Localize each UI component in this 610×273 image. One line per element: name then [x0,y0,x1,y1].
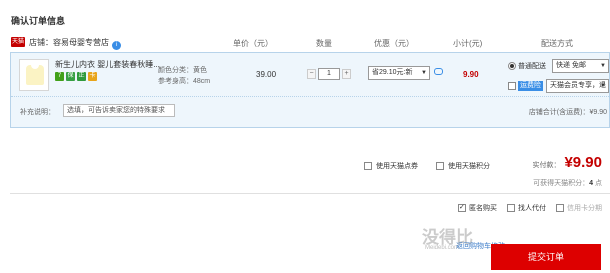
note-row: 补充说明： 选填，可告诉卖家您的特殊要求 店铺合计(含运费)：¥9.90 [11,98,609,128]
item-subtotal: 9.90 [463,70,479,79]
order-box: 新生儿内衣 婴儿套装春秋睡... 7 保 正 卡 颜色分类：黄色 参考身高：48… [10,52,610,128]
page-title: 确认订单信息 [11,16,66,26]
tmall-badge-icon: 天猫 [11,37,25,47]
product-title[interactable]: 新生儿内衣 婴儿套装春秋睡... [55,59,165,70]
normal-delivery-label: 普通配送 [518,63,546,70]
sku-color: 颜色分类：黄色 [158,67,207,74]
freight-insurance-tag: 运费险 [518,81,543,91]
tmall-coupon-label: 使用天猫点券 [376,163,418,170]
freight-insurance-option[interactable]: 运费险 [508,81,543,91]
unit-price: 39.00 [256,70,277,79]
shop-name[interactable]: 店铺：容易母婴专营店 i [29,37,121,50]
note-input[interactable]: 选填，可告诉卖家您的特殊要求 [63,104,175,117]
tmall-points-checkbox[interactable] [436,162,444,170]
anonymous-label: 匿名购买 [469,205,497,212]
anonymous-checkbox[interactable] [458,203,466,212]
quantity-minus-button[interactable]: − [307,69,316,79]
tmall-points-label: 使用天猫积分 [448,163,490,170]
normal-delivery-option[interactable]: 普通配送 [508,61,546,71]
order-header: 天猫 店铺：容易母婴专营店 i 单价（元） 数量 优惠（元） 小计(元) 配送方式 [10,33,610,51]
column-subtotal: 小计(元) [453,39,483,48]
chevron-down-icon: ▼ [600,63,606,69]
service-badges: 7 保 正 卡 [55,72,97,81]
seven-day-return-icon[interactable]: 7 [55,72,64,81]
shop-name-label[interactable]: 店铺：容易母婴专营店 [29,38,109,47]
points-prefix: 可获得天猫积分： [533,180,590,187]
quantity-plus-button[interactable]: + [342,69,351,79]
paid-value: ¥9.90 [564,154,602,171]
submit-options: 匿名购买 找人代付 信用卡分期 [458,203,602,213]
guarantee-icon[interactable]: 保 [66,72,75,81]
divider [10,193,610,194]
credit-card-icon[interactable]: 卡 [88,72,97,81]
freight-option-value: 天猫会员专享，退 [550,82,606,89]
column-discount: 优惠（元） [374,39,414,48]
tmall-points-option[interactable]: 使用天猫积分 [436,161,490,171]
submit-order-button[interactable]: 提交订单 [491,244,601,270]
points-value: 4 [589,180,594,187]
column-quantity: 数量 [316,39,332,48]
order-item-row: 新生儿内衣 婴儿套装春秋睡... 7 保 正 卡 颜色分类：黄色 参考身高：48… [11,53,609,97]
promo-select[interactable]: 省29.10元:新 ▼ [368,66,430,80]
tmall-coupon-checkbox[interactable] [364,162,372,170]
credit-card-installment-option: 信用卡分期 [556,203,602,213]
authentic-icon[interactable]: 正 [77,72,86,81]
chevron-down-icon: ▼ [421,70,427,76]
column-unit-price: 单价（元） [233,39,273,48]
anonymous-option[interactable]: 匿名购买 [458,203,497,213]
tmall-coupon-option[interactable]: 使用天猫点券 [364,161,418,171]
watermark-sub: Meidebi.com [425,245,460,251]
freight-insurance-select[interactable]: 天猫会员专享，退 ▼ [546,79,609,93]
credit-card-installment-checkbox [556,204,564,212]
earned-points: 可获得天猫积分：4 点 [533,178,602,188]
points-suffix: 点 [595,180,602,187]
paid-amount: 实付款： ¥9.90 [532,154,602,171]
info-icon[interactable]: i [112,41,121,50]
quantity-stepper: − 1 + [307,68,351,80]
promo-value: 省29.10元:新 [372,69,413,76]
proxy-pay-option[interactable]: 找人代付 [507,203,546,213]
proxy-pay-label: 找人代付 [518,205,546,212]
paid-label: 实付款： [532,162,561,169]
normal-delivery-radio[interactable] [508,62,516,70]
product-thumbnail[interactable] [19,59,49,91]
proxy-pay-checkbox[interactable] [507,204,515,212]
credit-card-installment-label: 信用卡分期 [567,205,602,212]
sku-height: 参考身高：48cm [158,78,211,85]
carrier-select[interactable]: 快递 免邮 ▼ [552,59,609,73]
shop-total: 店铺合计(含运费)：¥9.90 [528,109,607,116]
freight-insurance-checkbox[interactable] [508,82,516,90]
carrier-value: 快递 免邮 [556,62,586,69]
column-delivery: 配送方式 [541,39,573,48]
note-label: 补充说明： [20,109,55,116]
quantity-input[interactable]: 1 [318,68,340,80]
chevron-down-icon: ▼ [600,83,606,89]
chat-icon[interactable] [434,68,443,75]
product-sku: 颜色分类：黄色 参考身高：48cm [158,65,210,87]
